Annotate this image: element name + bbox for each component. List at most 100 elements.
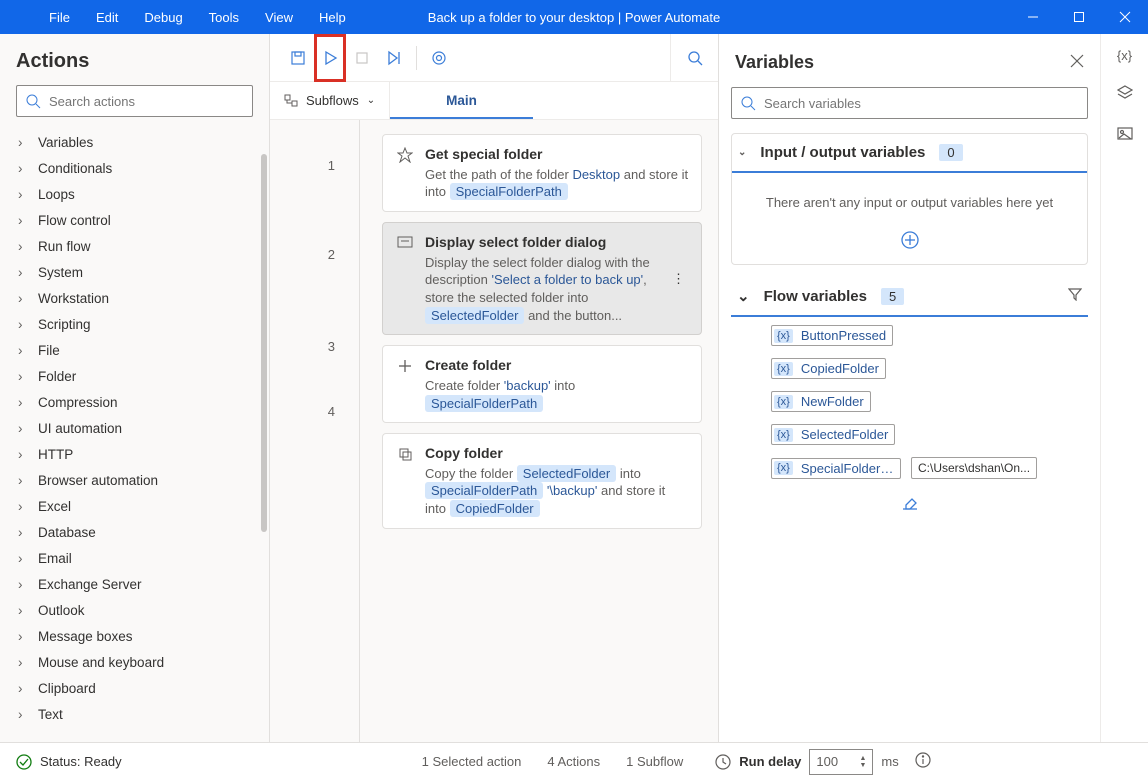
record-button[interactable] bbox=[423, 34, 455, 82]
chevron-right-icon: › bbox=[18, 473, 28, 488]
variable-value: C:\Users\dshan\On... bbox=[911, 457, 1037, 479]
tree-item[interactable]: ›Database bbox=[0, 519, 269, 545]
chevron-right-icon: › bbox=[18, 577, 28, 592]
run-delay-stepper[interactable]: 100 ▲▼ bbox=[809, 749, 873, 775]
tree-item[interactable]: ›Email bbox=[0, 545, 269, 571]
chevron-right-icon: › bbox=[18, 499, 28, 514]
menu-help[interactable]: Help bbox=[306, 2, 359, 33]
tree-item[interactable]: ›Variables bbox=[0, 129, 269, 155]
divider bbox=[416, 46, 417, 70]
tree-item[interactable]: ›Conditionals bbox=[0, 155, 269, 181]
chevron-down-icon: ⌄ bbox=[367, 95, 375, 106]
menu-file[interactable]: File bbox=[36, 2, 83, 33]
clear-variables-button[interactable] bbox=[731, 479, 1088, 517]
stepper-arrows[interactable]: ▲▼ bbox=[859, 755, 866, 769]
chevron-right-icon: › bbox=[18, 369, 28, 384]
tree-item[interactable]: ›Folder bbox=[0, 363, 269, 389]
step-description: Create folder 'backup' into SpecialFolde… bbox=[425, 377, 689, 412]
filter-icon[interactable] bbox=[1068, 287, 1082, 305]
io-section-header[interactable]: ⌄ Input / output variables 0 bbox=[732, 134, 1087, 173]
variables-heading: Variables bbox=[735, 52, 814, 73]
step-card[interactable]: Create folder Create folder 'backup' int… bbox=[382, 345, 702, 423]
chevron-down-icon: ⌄ bbox=[738, 147, 746, 158]
minimize-button[interactable] bbox=[1010, 0, 1056, 34]
io-empty-text: There aren't any input or output variabl… bbox=[732, 173, 1087, 230]
close-button[interactable] bbox=[1102, 0, 1148, 34]
step-card-selected[interactable]: Display select folder dialog Display the… bbox=[382, 222, 702, 335]
variable-row[interactable]: {x}SpecialFolderP... C:\Users\dshan\On..… bbox=[771, 457, 1088, 479]
variable-row[interactable]: {x}ButtonPressed bbox=[771, 325, 1088, 346]
designer-panel: Subflows ⌄ Main 1 2 3 4 Get special fold… bbox=[270, 34, 719, 780]
menu-view[interactable]: View bbox=[252, 2, 306, 33]
tree-item[interactable]: ›Workstation bbox=[0, 285, 269, 311]
layers-rail-button[interactable] bbox=[1117, 85, 1133, 104]
tree-item[interactable]: ›Browser automation bbox=[0, 467, 269, 493]
actions-search-input[interactable] bbox=[49, 94, 244, 109]
run-button[interactable] bbox=[314, 34, 346, 82]
add-variable-button[interactable] bbox=[732, 230, 1087, 264]
chevron-right-icon: › bbox=[18, 655, 28, 670]
variable-row[interactable]: {x}CopiedFolder bbox=[771, 358, 1088, 379]
designer-search-button[interactable] bbox=[670, 34, 718, 82]
tree-item[interactable]: ›System bbox=[0, 259, 269, 285]
status-text: Status: Ready bbox=[40, 754, 122, 769]
subflows-dropdown[interactable]: Subflows ⌄ bbox=[270, 82, 390, 119]
chevron-right-icon: › bbox=[18, 239, 28, 254]
tab-main[interactable]: Main bbox=[390, 82, 533, 119]
actions-search[interactable] bbox=[16, 85, 253, 117]
stop-button[interactable] bbox=[346, 34, 378, 82]
flow-variable-list: {x}ButtonPressed {x}CopiedFolder {x}NewF… bbox=[731, 317, 1088, 479]
chevron-right-icon: › bbox=[18, 265, 28, 280]
side-rail: {x} bbox=[1100, 34, 1148, 780]
menu-tools[interactable]: Tools bbox=[196, 2, 252, 33]
step-title: Display select folder dialog bbox=[425, 233, 658, 252]
close-panel-button[interactable] bbox=[1070, 54, 1084, 71]
tree-item[interactable]: ›File bbox=[0, 337, 269, 363]
tree-item[interactable]: ›Flow control bbox=[0, 207, 269, 233]
menu-debug[interactable]: Debug bbox=[131, 2, 195, 33]
tree-item[interactable]: ›Loops bbox=[0, 181, 269, 207]
tree-item[interactable]: ›Mouse and keyboard bbox=[0, 649, 269, 675]
designer-toolbar bbox=[270, 34, 718, 82]
flow-section-header[interactable]: ⌄ Flow variables 5 bbox=[731, 281, 1088, 317]
tree-item[interactable]: ›UI automation bbox=[0, 415, 269, 441]
more-button[interactable]: ⋮ bbox=[668, 267, 689, 291]
menu-edit[interactable]: Edit bbox=[83, 2, 131, 33]
flow-variables-section: ⌄ Flow variables 5 {x}ButtonPressed {x}C… bbox=[731, 281, 1088, 517]
chevron-right-icon: › bbox=[18, 681, 28, 696]
chevron-right-icon: › bbox=[18, 707, 28, 722]
tree-item[interactable]: ›Compression bbox=[0, 389, 269, 415]
variables-rail-button[interactable]: {x} bbox=[1117, 48, 1132, 63]
tree-item[interactable]: ›Scripting bbox=[0, 311, 269, 337]
tree-item[interactable]: ›Excel bbox=[0, 493, 269, 519]
variables-search[interactable] bbox=[731, 87, 1088, 119]
tree-item[interactable]: ›HTTP bbox=[0, 441, 269, 467]
step-number: 4 bbox=[328, 404, 359, 419]
variable-row[interactable]: {x}SelectedFolder bbox=[771, 424, 1088, 445]
step-card[interactable]: Get special folder Get the path of the f… bbox=[382, 134, 702, 212]
save-button[interactable] bbox=[282, 34, 314, 82]
step-card[interactable]: Copy folder Copy the folder SelectedFold… bbox=[382, 433, 702, 529]
window-controls bbox=[1010, 0, 1148, 34]
scrollbar[interactable] bbox=[261, 154, 267, 532]
search-icon bbox=[687, 50, 703, 66]
tree-item[interactable]: ›Outlook bbox=[0, 597, 269, 623]
variable-row[interactable]: {x}NewFolder bbox=[771, 391, 1088, 412]
tree-item[interactable]: ›Exchange Server bbox=[0, 571, 269, 597]
actions-heading: Actions bbox=[0, 34, 269, 83]
flow-count-badge: 5 bbox=[881, 288, 904, 305]
variables-search-input[interactable] bbox=[764, 96, 1079, 111]
tree-item[interactable]: ›Run flow bbox=[0, 233, 269, 259]
step-title: Get special folder bbox=[425, 145, 689, 164]
chevron-right-icon: › bbox=[18, 161, 28, 176]
maximize-button[interactable] bbox=[1056, 0, 1102, 34]
info-icon[interactable] bbox=[915, 752, 931, 771]
tree-item[interactable]: ›Message boxes bbox=[0, 623, 269, 649]
chevron-right-icon: › bbox=[18, 629, 28, 644]
actions-tree: ›Variables ›Conditionals ›Loops ›Flow co… bbox=[0, 129, 269, 780]
step-title: Copy folder bbox=[425, 444, 689, 463]
step-button[interactable] bbox=[378, 34, 410, 82]
images-rail-button[interactable] bbox=[1117, 126, 1133, 145]
tree-item[interactable]: ›Clipboard bbox=[0, 675, 269, 701]
tree-item[interactable]: ›Text bbox=[0, 701, 269, 727]
